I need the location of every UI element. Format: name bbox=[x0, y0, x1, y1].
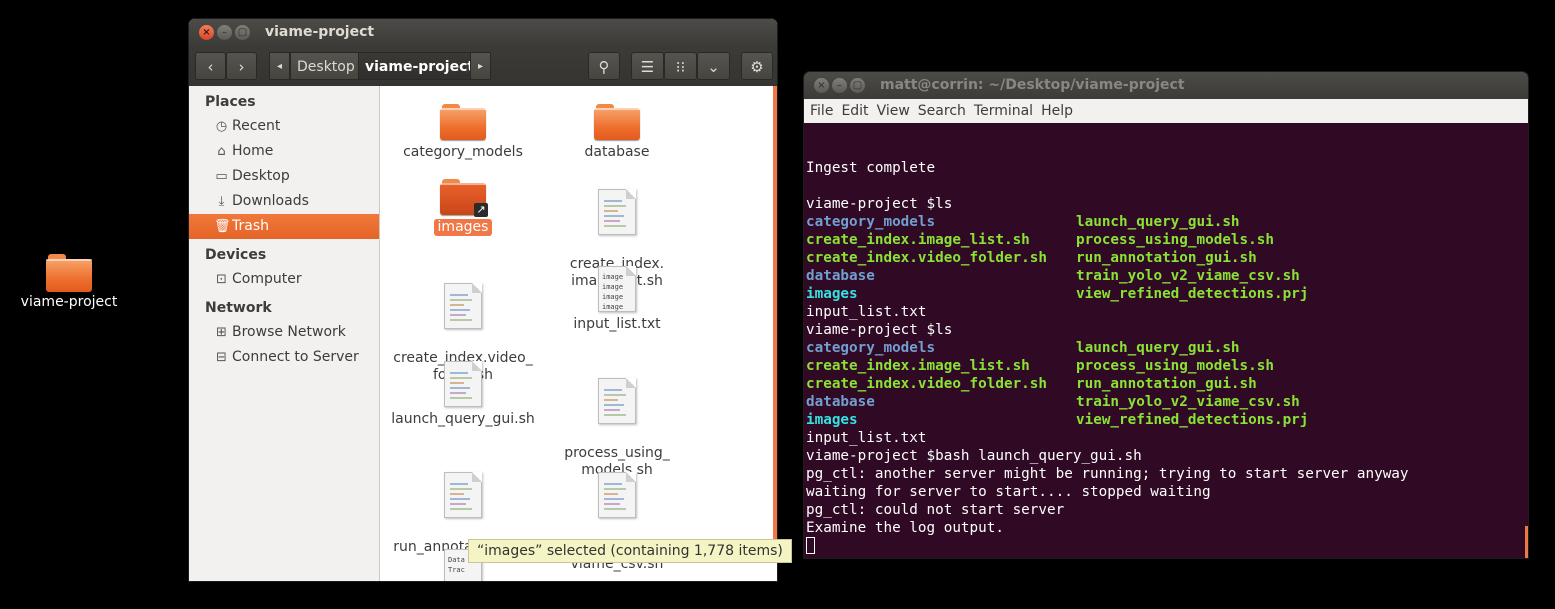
scrollbar-thumb[interactable] bbox=[773, 86, 777, 556]
sidebar-item-recent[interactable]: ◷ Recent bbox=[189, 114, 379, 139]
file-manager-titlebar[interactable]: × – ▢ viame-project bbox=[189, 19, 777, 46]
search-button[interactable]: ⚲ bbox=[588, 52, 620, 80]
maximize-icon[interactable]: ▢ bbox=[235, 25, 250, 40]
chevron-right-icon: › bbox=[238, 58, 245, 76]
terminal-line: viame-project $ls bbox=[806, 322, 953, 338]
script-file-icon bbox=[598, 189, 636, 235]
file-item-input-list[interactable]: image image image image input_list.txt bbox=[542, 266, 692, 333]
file-item-launch-query-gui[interactable]: launch_query_gui.sh bbox=[388, 361, 538, 428]
menu-search[interactable]: Search bbox=[918, 103, 966, 119]
download-icon: ⤓ bbox=[218, 194, 225, 209]
minimize-icon[interactable]: – bbox=[217, 25, 232, 40]
menu-terminal[interactable]: Terminal bbox=[974, 103, 1033, 119]
script-file-icon bbox=[598, 378, 636, 424]
terminal-line: Ingest complete bbox=[806, 160, 936, 176]
terminal-line: viame-project $ls bbox=[806, 196, 953, 212]
terminal-line: input_list.txt bbox=[806, 430, 927, 446]
terminal-title: matt@corrin: ~/Desktop/viame-project bbox=[880, 77, 1185, 93]
clock-icon: ◷ bbox=[215, 119, 228, 134]
breadcrumb-viame-project[interactable]: viame-project bbox=[358, 52, 482, 80]
terminal-line: waiting for server to start.... stopped … bbox=[806, 484, 1211, 500]
close-icon[interactable]: × bbox=[814, 78, 829, 93]
settings-button[interactable]: ⚙ bbox=[741, 52, 773, 80]
terminal-line: input_list.txt bbox=[806, 304, 927, 320]
caret-right-icon: ▸ bbox=[477, 61, 484, 72]
status-bar: “images” selected (containing 1,778 item… bbox=[468, 539, 792, 563]
file-item-category-models[interactable]: category_models bbox=[388, 104, 538, 161]
folder-icon bbox=[594, 104, 640, 140]
terminal-line: Examine the log output. bbox=[806, 520, 1004, 536]
sidebar-item-downloads[interactable]: ⤓ Downloads bbox=[189, 189, 379, 214]
desktop-icon: ▭ bbox=[215, 169, 228, 184]
desktop-folder-viame-project[interactable]: viame-project bbox=[14, 254, 124, 310]
desktop-icon-label: viame-project bbox=[20, 294, 118, 310]
chevron-down-icon: ⌄ bbox=[707, 58, 720, 76]
sidebar-item-home[interactable]: ⌂ Home bbox=[189, 139, 379, 164]
breadcrumb-scroll-right[interactable]: ▸ bbox=[470, 52, 491, 80]
file-manager-window: × – ▢ viame-project ‹ › ◂ Desktop viame-… bbox=[189, 19, 777, 581]
sidebar-item-connect-to-server[interactable]: ⊟ Connect to Server bbox=[189, 345, 379, 370]
terminal-menubar: File Edit View Search Terminal Help bbox=[804, 99, 1528, 123]
file-manager-toolbar: ‹ › ◂ Desktop viame-project ▸ ⚲ ☰ ⁝⁝ ⌄ ⚙ bbox=[189, 46, 777, 86]
terminal-line: pg_ctl: could not start server bbox=[806, 502, 1065, 518]
folder-icon bbox=[46, 254, 92, 292]
terminal-output[interactable]: Ingest complete viame-project $ls catego… bbox=[806, 123, 1528, 558]
minimize-icon[interactable]: – bbox=[832, 78, 847, 93]
file-item-database[interactable]: database bbox=[542, 104, 692, 161]
search-icon: ⚲ bbox=[598, 58, 610, 76]
forward-button[interactable]: › bbox=[226, 52, 257, 80]
script-file-icon bbox=[598, 472, 636, 518]
sidebar-item-desktop[interactable]: ▭ Desktop bbox=[189, 164, 379, 189]
grid-view-button[interactable]: ⁝⁝ bbox=[664, 52, 697, 80]
terminal-scrollbar[interactable] bbox=[1525, 526, 1528, 558]
menu-help[interactable]: Help bbox=[1041, 103, 1073, 119]
folder-icon bbox=[440, 104, 486, 140]
network-header: Network bbox=[205, 300, 272, 316]
sidebar-item-trash[interactable]: 🗑 Trash bbox=[189, 214, 379, 239]
file-view[interactable]: category_models database ↗ images create… bbox=[380, 86, 777, 581]
terminal-cursor bbox=[806, 537, 815, 554]
sidebar-item-computer[interactable]: ⊡ Computer bbox=[189, 267, 379, 292]
text-file-icon: image image image image bbox=[598, 266, 636, 312]
places-header: Places bbox=[205, 94, 256, 110]
breadcrumb-scroll-left[interactable]: ◂ bbox=[269, 52, 290, 80]
home-icon: ⌂ bbox=[217, 144, 226, 159]
menu-view[interactable]: View bbox=[877, 103, 910, 119]
chevron-left-icon: ‹ bbox=[207, 58, 214, 76]
terminal-window: × – ▢ matt@corrin: ~/Desktop/viame-proje… bbox=[804, 72, 1528, 558]
terminal-line: viame-project $bash launch_query_gui.sh bbox=[806, 448, 1142, 464]
script-file-icon bbox=[444, 472, 482, 518]
trash-icon: 🗑 bbox=[214, 219, 231, 234]
sidebar-item-browse-network[interactable]: ⊞ Browse Network bbox=[189, 320, 379, 345]
menu-edit[interactable]: Edit bbox=[841, 103, 868, 119]
view-options-button[interactable]: ⌄ bbox=[697, 52, 730, 80]
computer-icon: ⊡ bbox=[216, 272, 227, 287]
grid-icon: ⁝⁝ bbox=[675, 58, 686, 76]
list-icon: ☰ bbox=[640, 58, 655, 76]
window-title: viame-project bbox=[265, 24, 375, 40]
network-icon: ⊞ bbox=[216, 325, 227, 340]
folder-link-icon: ↗ bbox=[440, 179, 488, 217]
server-icon: ⊟ bbox=[216, 350, 227, 365]
script-file-icon bbox=[444, 283, 482, 329]
sidebar: Places ◷ Recent ⌂ Home ▭ Desktop ⤓ Downloads… bbox=[189, 86, 380, 581]
list-view-button[interactable]: ☰ bbox=[631, 52, 664, 80]
caret-left-icon: ◂ bbox=[276, 61, 283, 72]
script-file-icon bbox=[444, 361, 482, 407]
file-item-images[interactable]: ↗ images bbox=[388, 179, 538, 236]
devices-header: Devices bbox=[205, 247, 267, 263]
gear-icon: ⚙ bbox=[750, 58, 764, 76]
menu-file[interactable]: File bbox=[810, 103, 833, 119]
breadcrumb-desktop[interactable]: Desktop bbox=[290, 52, 362, 80]
scrollbar[interactable] bbox=[771, 86, 777, 581]
terminal-line: pg_ctl: another server might be running;… bbox=[806, 466, 1409, 482]
terminal-titlebar[interactable]: × – ▢ matt@corrin: ~/Desktop/viame-proje… bbox=[804, 72, 1528, 99]
back-button[interactable]: ‹ bbox=[195, 52, 226, 80]
maximize-icon[interactable]: ▢ bbox=[850, 78, 865, 93]
close-icon[interactable]: × bbox=[199, 25, 214, 40]
